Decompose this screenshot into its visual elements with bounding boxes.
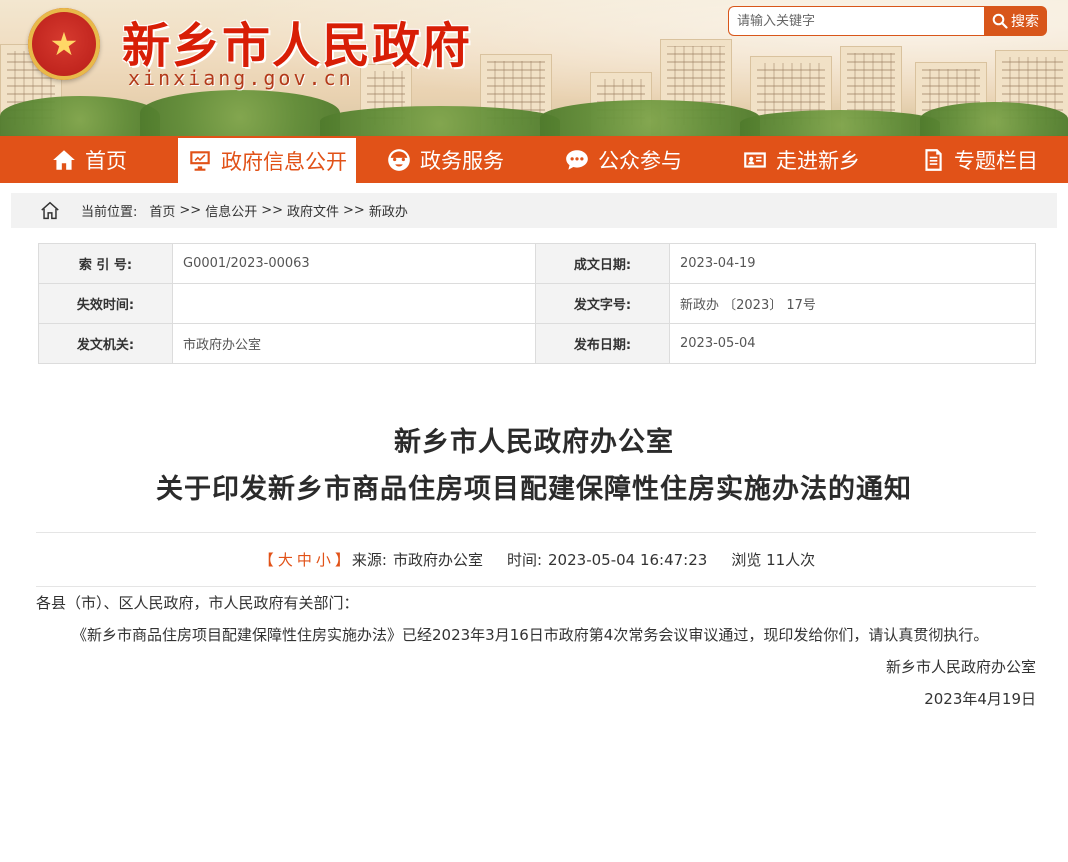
article-info-bar: 【大中小】 来源: 市政府办公室 时间: 2023-05-04 16:47:23… bbox=[36, 532, 1036, 587]
search-input[interactable] bbox=[728, 6, 984, 36]
nav-item-gov-info[interactable]: 政府信息公开 bbox=[178, 138, 356, 183]
article-signature: 新乡市人民政府办公室 bbox=[885, 658, 1036, 676]
nav-item-special-topics[interactable]: 专题栏目 bbox=[890, 136, 1068, 183]
font-large-button[interactable]: 大 bbox=[278, 551, 293, 569]
nav-item-gov-service[interactable]: 政务服务 bbox=[356, 136, 534, 183]
source-value: 市政府办公室 bbox=[392, 551, 483, 569]
time-value: 2023-05-04 16:47:23 bbox=[548, 550, 708, 569]
main-nav: 首页 政府信息公开 政务服务 公众参与 走进新乡 专题栏目 bbox=[0, 136, 1068, 183]
article-addressee: 各县（市）、区人民政府，市人民政府有关部门： bbox=[36, 594, 359, 612]
nav-item-home[interactable]: 首页 bbox=[0, 136, 178, 183]
publish-date-label: 发布日期: bbox=[535, 323, 670, 364]
banner-tree bbox=[140, 90, 340, 136]
article-paragraph: 《新乡市商品住房项目配建保障性住房实施办法》已经2023年3月16日市政府第4次… bbox=[72, 626, 989, 644]
doc-number-label: 发文字号: bbox=[535, 283, 670, 324]
expiry-label: 失效时间: bbox=[38, 283, 173, 324]
breadcrumb-separator: >> bbox=[343, 203, 365, 218]
nav-item-label: 政务服务 bbox=[420, 148, 504, 173]
nav-item-public-participation[interactable]: 公众参与 bbox=[534, 136, 712, 183]
time-label: 时间: bbox=[506, 551, 543, 569]
font-size-bracket: 【 bbox=[258, 551, 274, 569]
written-date-label: 成文日期: bbox=[535, 243, 670, 284]
breadcrumb-prefix: 当前位置: bbox=[81, 205, 138, 220]
table-row: 发文机关: 市政府办公室 发布日期: 2023-05-04 bbox=[38, 323, 1036, 364]
national-emblem-icon[interactable]: ★ bbox=[28, 8, 100, 80]
search-button[interactable]: 搜索 bbox=[984, 6, 1047, 36]
article-body: 各县（市）、区人民政府，市人民政府有关部门： 《新乡市商品住房项目配建保障性住房… bbox=[36, 587, 1036, 715]
article-date: 2023年4月19日 bbox=[924, 690, 1036, 708]
breadcrumb-link-gov-docs[interactable]: 政府文件 bbox=[287, 201, 339, 220]
emblem-star: ★ bbox=[49, 25, 79, 63]
font-size-switcher: 【大中小】 bbox=[257, 549, 352, 570]
table-row: 索 引 号: G0001/2023-00063 成文日期: 2023-04-19 bbox=[38, 243, 1036, 284]
breadcrumb-link-info[interactable]: 信息公开 bbox=[205, 201, 257, 220]
doc-number-value: 新政办 〔2023〕 17号 bbox=[669, 283, 1036, 324]
search-box: 搜索 bbox=[728, 6, 1047, 36]
source-label: 来源: bbox=[351, 551, 387, 569]
home-icon[interactable] bbox=[39, 200, 61, 222]
search-icon bbox=[992, 13, 1008, 29]
publish-date-value: 2023-05-04 bbox=[669, 323, 1036, 364]
issuer-label: 发文机关: bbox=[38, 323, 173, 364]
table-row: 失效时间: 发文字号: 新政办 〔2023〕 17号 bbox=[38, 283, 1036, 324]
site-domain: xinxiang.gov.cn bbox=[128, 66, 354, 90]
font-medium-button[interactable]: 中 bbox=[297, 551, 312, 569]
font-size-bracket: 】 bbox=[334, 551, 350, 569]
banner-tree bbox=[0, 96, 160, 136]
banner-tree bbox=[740, 110, 940, 136]
monitor-icon bbox=[190, 150, 210, 171]
breadcrumb-link-xinzhengban[interactable]: 新政办 bbox=[369, 201, 408, 220]
breadcrumb: 当前位置: 首页 >> 信息公开 >> 政府文件 >> 新政办 bbox=[11, 193, 1057, 228]
nav-item-label: 公众参与 bbox=[598, 148, 682, 173]
nav-item-label: 走进新乡 bbox=[776, 148, 860, 173]
index-value: G0001/2023-00063 bbox=[172, 243, 536, 284]
document-meta-table: 索 引 号: G0001/2023-00063 成文日期: 2023-04-19… bbox=[38, 243, 1036, 364]
index-label: 索 引 号: bbox=[38, 243, 173, 284]
view-count: 浏览 11人次 bbox=[731, 551, 816, 569]
home-icon bbox=[53, 149, 75, 170]
banner-tree bbox=[320, 106, 560, 136]
breadcrumb-separator: >> bbox=[261, 203, 284, 218]
nav-item-label: 政府信息公开 bbox=[221, 149, 347, 174]
issuer-value: 市政府办公室 bbox=[172, 323, 536, 364]
article-title-line1: 新乡市人民政府办公室 bbox=[394, 427, 674, 458]
nav-item-label: 专题栏目 bbox=[954, 148, 1038, 173]
id-card-icon bbox=[744, 151, 766, 168]
article-title-line2: 关于印发新乡市商品住房项目配建保障性住房实施办法的通知 bbox=[156, 474, 912, 505]
font-small-button[interactable]: 小 bbox=[316, 551, 331, 569]
banner-tree bbox=[540, 100, 760, 136]
search-button-label: 搜索 bbox=[1011, 14, 1039, 30]
header-banner: ★ 新乡市人民政府 xinxiang.gov.cn 搜索 bbox=[0, 0, 1068, 136]
nav-item-label: 首页 bbox=[85, 148, 127, 173]
service-icon bbox=[388, 148, 410, 171]
nav-item-about-xinxiang[interactable]: 走进新乡 bbox=[712, 136, 890, 183]
written-date-value: 2023-04-19 bbox=[669, 243, 1036, 284]
banner-tree bbox=[920, 102, 1068, 136]
breadcrumb-separator: >> bbox=[179, 203, 202, 218]
expiry-value bbox=[172, 283, 536, 324]
document-icon bbox=[925, 148, 942, 171]
chat-icon bbox=[566, 149, 588, 170]
breadcrumb-link-home[interactable]: 首页 bbox=[149, 201, 175, 220]
